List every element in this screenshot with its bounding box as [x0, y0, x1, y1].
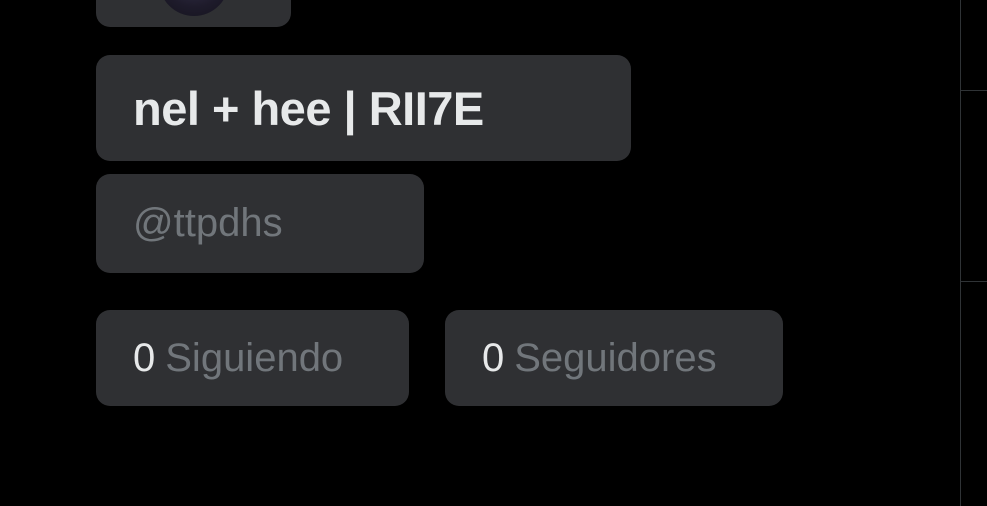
profile-page: nel + hee | RII7E @ttpdhs 0 Siguiendo 0 …	[0, 0, 987, 506]
avatar[interactable]	[158, 0, 229, 16]
sidebar-divider	[961, 90, 987, 91]
following-count: 0	[133, 335, 156, 380]
followers-link[interactable]: 0 Seguidores	[445, 310, 783, 406]
sidebar-divider	[961, 281, 987, 282]
following-link[interactable]: 0 Siguiendo	[96, 310, 409, 406]
user-handle: @ttpdhs	[133, 201, 283, 245]
display-name: nel + hee | RII7E	[133, 81, 484, 135]
handle-container: @ttpdhs	[96, 174, 424, 273]
following-label: Siguiendo	[165, 335, 344, 380]
right-sidebar-edge	[960, 0, 987, 506]
followers-count: 0	[482, 335, 505, 380]
display-name-container: nel + hee | RII7E	[96, 55, 631, 161]
followers-label: Seguidores	[514, 335, 717, 380]
avatar-container[interactable]	[96, 0, 291, 27]
